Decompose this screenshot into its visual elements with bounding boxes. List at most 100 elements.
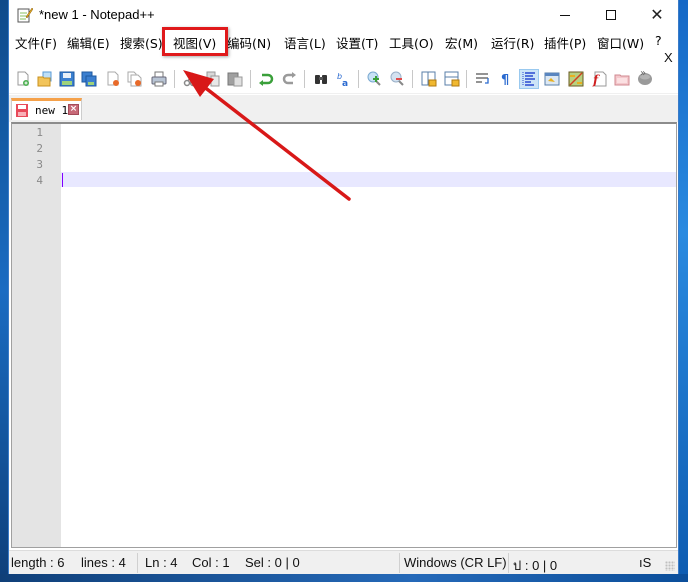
function-list-button[interactable]: f: [589, 69, 609, 89]
menu-encoding[interactable]: 编码(N): [227, 33, 271, 52]
save-all-icon: [81, 71, 97, 87]
toolbar-separator: [412, 70, 413, 88]
pilcrow-icon: ¶: [501, 73, 509, 87]
copy-icon: [206, 71, 220, 87]
folder-workspace-icon: [614, 74, 630, 86]
annotation-highlight-box: [162, 27, 228, 56]
undo-icon: [259, 73, 274, 86]
zoom-in-icon: [367, 71, 381, 86]
cut-icon: [183, 72, 197, 87]
status-line-number: Ln : 4: [145, 555, 178, 570]
close-file-button[interactable]: [103, 69, 123, 89]
find-button[interactable]: [311, 69, 331, 89]
line-number-gutter: 1 2 3 4: [12, 124, 61, 547]
zoom-in-button[interactable]: [365, 69, 385, 89]
menu-tools[interactable]: 工具(O): [389, 33, 434, 52]
sync-horizontal-button[interactable]: [442, 69, 462, 89]
menu-edit[interactable]: 编辑(E): [67, 33, 110, 52]
paste-icon: [227, 72, 243, 87]
line-number: 1: [36, 126, 43, 139]
tab-bar: new 1 ×: [9, 95, 678, 122]
cut-button[interactable]: [180, 69, 200, 89]
menu-settings[interactable]: 设置(T): [336, 33, 378, 52]
svg-text:¶: ¶: [501, 73, 509, 87]
sync-vertical-button[interactable]: [419, 69, 439, 89]
indent-guide-button[interactable]: [519, 69, 539, 89]
toolbar: b a ¶ f »: [9, 66, 678, 94]
menu-search[interactable]: 搜索(S): [120, 33, 163, 52]
desktop-background-bottom: [0, 574, 688, 582]
zoom-out-button[interactable]: [388, 69, 408, 89]
doc-map-button[interactable]: [566, 69, 586, 89]
status-lines: lines : 4: [81, 555, 126, 570]
tab-close-button[interactable]: ×: [68, 104, 79, 115]
new-file-button[interactable]: [13, 69, 33, 89]
line-number: 2: [36, 142, 43, 155]
toolbar-separator: [466, 70, 467, 88]
toolbar-separator: [174, 70, 175, 88]
maximize-button[interactable]: [588, 0, 634, 30]
menu-run[interactable]: 运行(R): [491, 33, 534, 52]
line-number: 3: [36, 158, 43, 171]
word-wrap-button[interactable]: [473, 69, 493, 89]
print-button[interactable]: [149, 69, 169, 89]
editor-area[interactable]: 1 2 3 4: [11, 122, 677, 548]
title-bar[interactable]: *new 1 - Notepad++ ✕: [9, 0, 678, 30]
toolbar-separator: [358, 70, 359, 88]
minimize-button[interactable]: [542, 0, 588, 30]
close-window-button[interactable]: ✕: [634, 0, 680, 30]
user-defined-lang-button[interactable]: [542, 69, 562, 89]
status-insert-mode: ıS: [639, 555, 652, 570]
tab-new-1[interactable]: new 1 ×: [11, 98, 82, 120]
copy-button[interactable]: [203, 69, 223, 89]
menu-file[interactable]: 文件(F): [15, 33, 57, 52]
status-selection: Sel : 0 | 0: [245, 555, 300, 570]
zoom-out-icon: [390, 71, 404, 86]
open-folder-icon: [37, 71, 52, 87]
open-file-button[interactable]: [35, 69, 55, 89]
status-eol-format[interactable]: Windows (CR LF): [404, 555, 507, 570]
status-divider: [137, 553, 138, 573]
notepadpp-window: *new 1 - Notepad++ ✕ 文件(F) 编辑(E) 搜索(S) 视…: [8, 0, 679, 574]
sync-vertical-icon: [421, 71, 437, 87]
maximize-icon: [606, 10, 616, 20]
menu-help[interactable]: ?: [655, 33, 662, 48]
status-length: length : 6: [11, 555, 65, 570]
paste-button[interactable]: [225, 69, 245, 89]
sync-horizontal-icon: [444, 71, 460, 87]
document-map-icon: [568, 71, 584, 87]
save-icon: [59, 71, 75, 87]
folder-workspace-button[interactable]: [612, 69, 632, 89]
desktop-background-left: [0, 0, 8, 582]
unsaved-file-icon: [16, 104, 28, 117]
show-all-chars-button[interactable]: ¶: [496, 69, 516, 89]
undo-button[interactable]: [256, 69, 276, 89]
notepadpp-app-icon: [17, 7, 33, 23]
tab-label: new 1: [35, 104, 69, 117]
function-list-icon: f: [592, 71, 607, 87]
replace-icon: b a: [337, 72, 348, 87]
close-all-button[interactable]: [125, 69, 145, 89]
menu-plugins[interactable]: 插件(P): [544, 33, 586, 52]
menu-bar: 文件(F) 编辑(E) 搜索(S) 视图(V) 编码(N) 语言(L) 设置(T…: [9, 30, 678, 65]
menu-window[interactable]: 窗口(W): [597, 33, 644, 52]
word-wrap-icon: [476, 73, 489, 84]
resize-grip[interactable]: [665, 561, 675, 571]
desktop-background-right: [679, 0, 688, 582]
close-document-button[interactable]: X: [664, 50, 673, 65]
replace-button[interactable]: b a: [334, 69, 354, 89]
close-all-icon: [127, 71, 142, 87]
toolbar-overflow-button[interactable]: »: [640, 68, 646, 79]
status-encoding[interactable]: ป : 0 | 0: [513, 555, 557, 576]
minimize-icon: [560, 14, 570, 16]
toolbar-separator: [250, 70, 251, 88]
redo-button[interactable]: [279, 69, 299, 89]
udl-icon: [544, 72, 560, 86]
save-button[interactable]: [57, 69, 77, 89]
indent-guide-icon: [522, 72, 535, 86]
menu-macro[interactable]: 宏(M): [445, 33, 478, 52]
menu-language[interactable]: 语言(L): [284, 33, 326, 52]
save-all-button[interactable]: [79, 69, 99, 89]
status-divider: [508, 553, 509, 573]
close-file-icon: [107, 71, 119, 86]
